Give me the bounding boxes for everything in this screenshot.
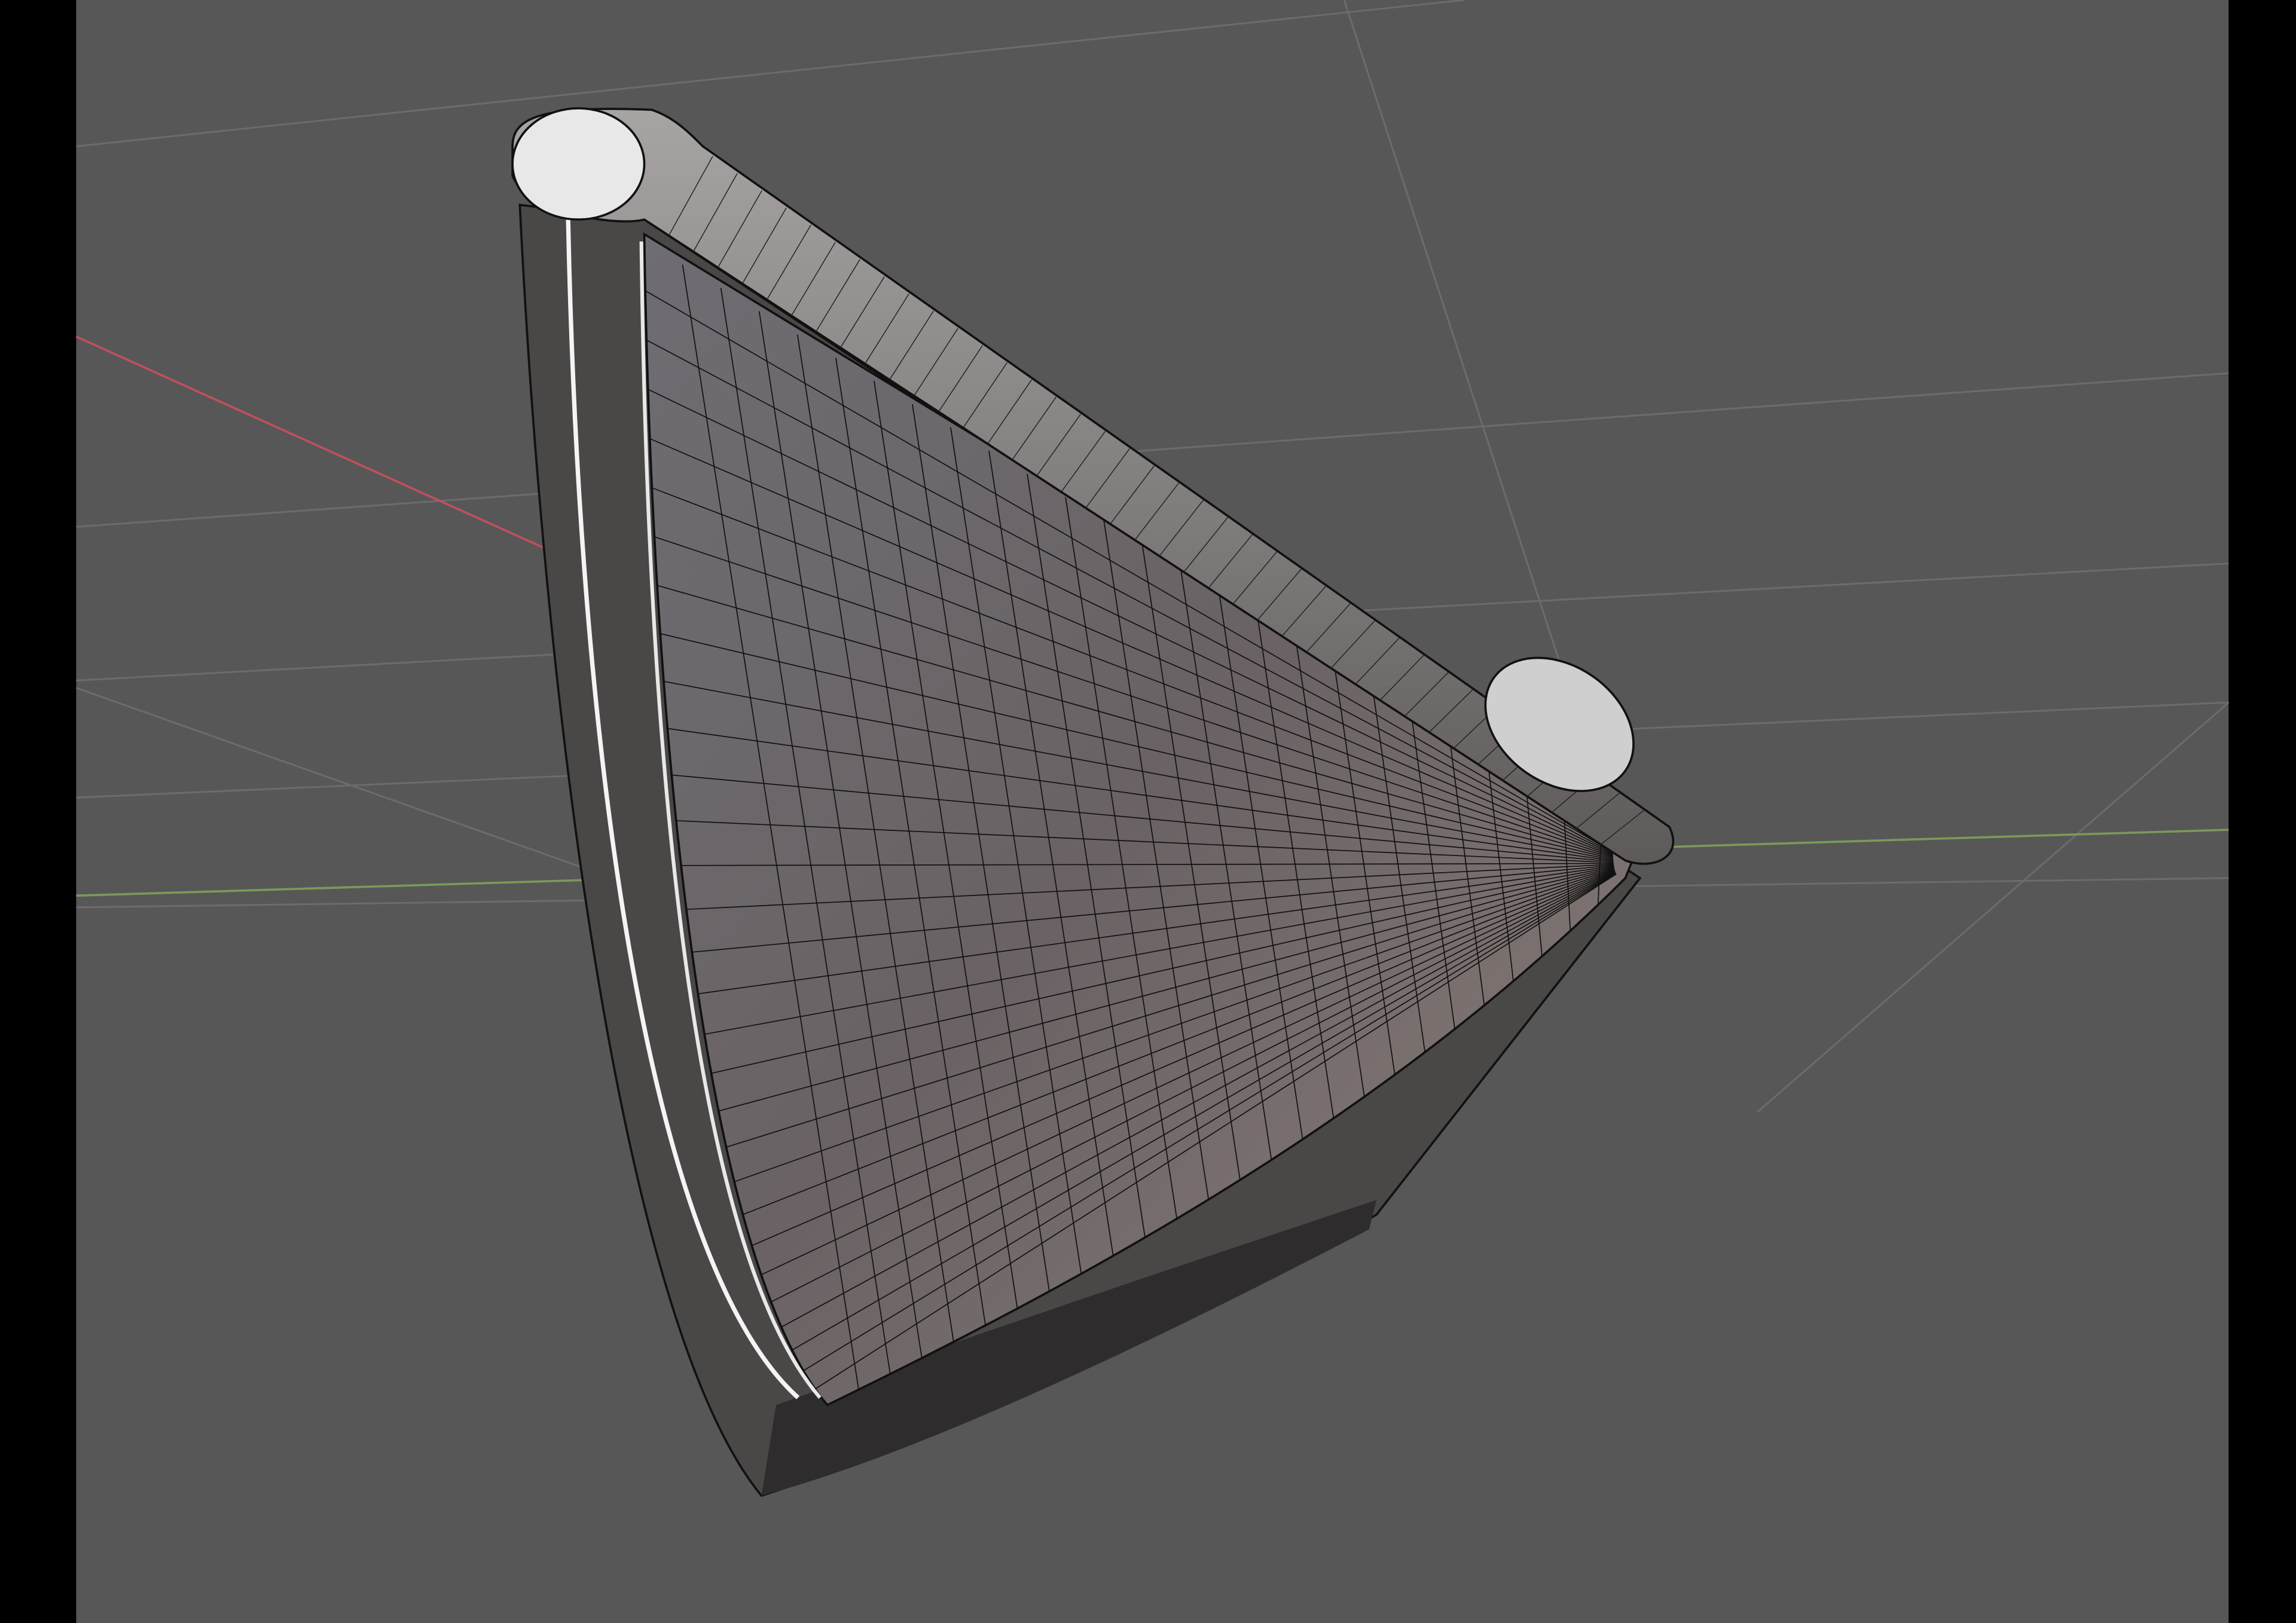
bow-cap [511, 107, 646, 221]
letterbox-right [2228, 0, 2296, 1623]
letterbox-left [0, 0, 77, 1623]
blender-3d-viewport[interactable] [0, 0, 2296, 1623]
